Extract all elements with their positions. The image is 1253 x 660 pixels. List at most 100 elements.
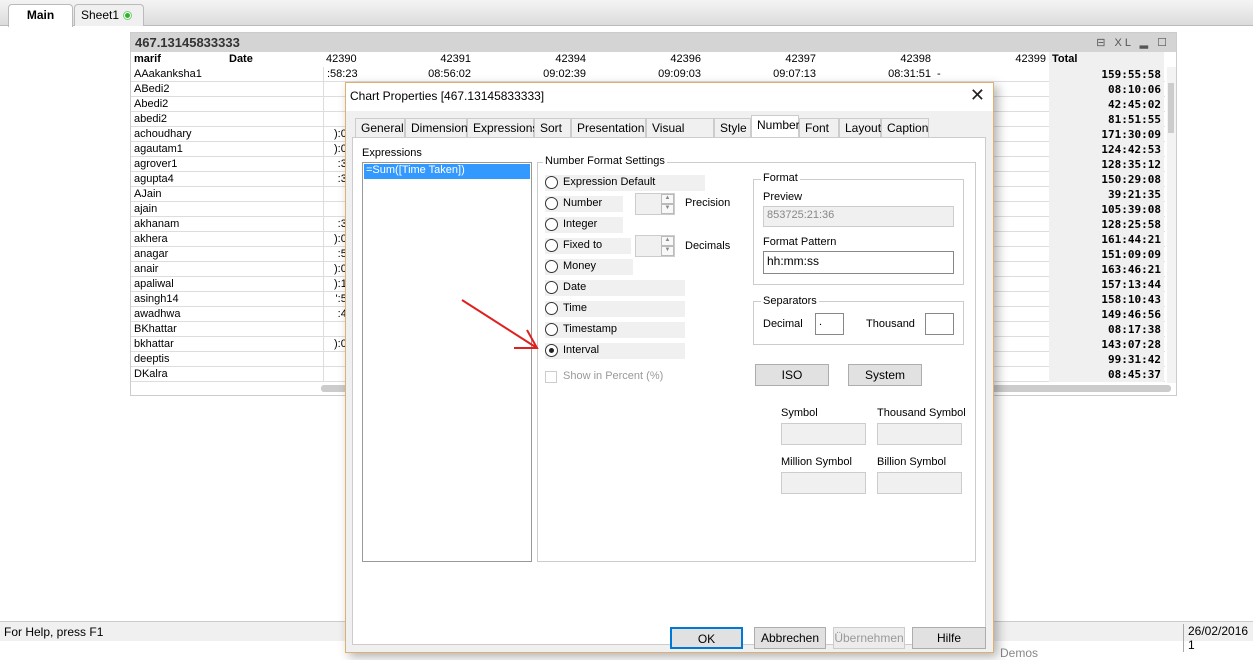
decimals-label: Decimals bbox=[685, 240, 731, 252]
total-cell: 81:51:55 bbox=[1049, 112, 1164, 127]
thousand-symbol-input[interactable] bbox=[877, 423, 962, 445]
column-header[interactable]: marif bbox=[131, 52, 226, 67]
expression-item[interactable]: =Sum([Time Taken]) bbox=[364, 164, 530, 179]
tab-number[interactable]: Number bbox=[751, 115, 800, 139]
row-label: ajain bbox=[134, 203, 158, 215]
preview-label: Preview bbox=[763, 191, 803, 203]
preview-field: 853725:21:36 bbox=[763, 206, 954, 227]
show-percent-checkbox[interactable]: Show in Percent (%) bbox=[545, 370, 663, 383]
column-header[interactable]: 42394 bbox=[474, 52, 589, 67]
tab-style[interactable]: Style bbox=[714, 118, 751, 138]
system-button[interactable]: System bbox=[848, 364, 922, 386]
decimals-spinner[interactable]: ▲ ▼ bbox=[635, 235, 675, 257]
row-label: DKalra bbox=[134, 368, 168, 380]
radio-money[interactable]: Money bbox=[545, 259, 633, 275]
million-symbol-input[interactable] bbox=[781, 472, 866, 494]
table-cell: 09:09:03 bbox=[658, 68, 701, 80]
tab-label: Sheet1 bbox=[81, 8, 120, 22]
row-label: akhanam bbox=[134, 218, 180, 230]
tab-expressions[interactable]: Expressions bbox=[467, 118, 538, 138]
total-cell: 08:10:06 bbox=[1049, 82, 1164, 97]
number-tab-panel: Expressions =Sum([Time Taken]) Number Fo… bbox=[352, 137, 986, 645]
radio-circle[interactable] bbox=[545, 239, 558, 252]
radio-circle[interactable] bbox=[545, 260, 558, 273]
radio-timestamp[interactable]: Timestamp bbox=[545, 322, 685, 338]
tab-caption[interactable]: Caption bbox=[881, 118, 929, 138]
chart-properties-dialog: Chart Properties [467.13145833333] ✕ Gen… bbox=[345, 82, 994, 653]
tab-sort[interactable]: Sort bbox=[534, 118, 571, 138]
tab-general[interactable]: General bbox=[355, 118, 405, 138]
billion-symbol-input[interactable] bbox=[877, 472, 962, 494]
total-cell: 128:25:58 bbox=[1049, 217, 1164, 232]
column-header[interactable]: Total bbox=[1049, 52, 1164, 67]
ok-button[interactable]: OK bbox=[670, 627, 743, 649]
row-label: awadhwa bbox=[134, 308, 181, 320]
chart-caption-icons[interactable]: ⊟ XL ▂ ☐ bbox=[1096, 36, 1170, 49]
symbol-input[interactable] bbox=[781, 423, 866, 445]
row-label: BKhattar bbox=[134, 323, 177, 335]
table-cell: - bbox=[937, 68, 941, 80]
tab-visual-cues[interactable]: Visual Cues bbox=[646, 118, 714, 149]
thousand-separator-input[interactable] bbox=[925, 313, 954, 335]
radio-circle[interactable] bbox=[545, 281, 558, 294]
column-header[interactable]: 42397 bbox=[704, 52, 819, 67]
total-cell: 105:39:08 bbox=[1049, 202, 1164, 217]
column-header[interactable]: 42391 bbox=[359, 52, 474, 67]
total-cell: 149:46:56 bbox=[1049, 307, 1164, 322]
precision-spinner[interactable]: ▲ ▼ bbox=[635, 193, 675, 215]
table-row[interactable]: AAakanksha1:58:23 08:56:02 09:02:39 09:09:0… bbox=[131, 67, 1165, 82]
column-header[interactable]: 42396 bbox=[589, 52, 704, 67]
tab-dimensions[interactable]: Dimensions bbox=[405, 118, 474, 138]
total-cell: 150:29:08 bbox=[1049, 172, 1164, 187]
total-cell: 128:35:12 bbox=[1049, 157, 1164, 172]
radio-fixed-to[interactable]: Fixed to bbox=[545, 238, 631, 254]
close-icon[interactable]: ✕ bbox=[970, 85, 985, 106]
radio-date[interactable]: Date bbox=[545, 280, 685, 296]
help-button[interactable]: Hilfe bbox=[912, 627, 986, 649]
column-header[interactable]: 42399 bbox=[934, 52, 1049, 67]
radio-label: Date bbox=[563, 281, 587, 293]
radio-integer[interactable]: Integer bbox=[545, 217, 623, 233]
row-label: abedi2 bbox=[134, 113, 168, 125]
chart-title: 467.13145833333 bbox=[131, 33, 1176, 52]
column-header[interactable]: Date bbox=[226, 52, 323, 67]
radio-expression-default[interactable]: Expression Default bbox=[545, 175, 705, 191]
column-header[interactable]: 42398 bbox=[819, 52, 934, 67]
table-cell: 09:02:39 bbox=[543, 68, 586, 80]
separators-label: Separators bbox=[761, 295, 819, 307]
cancel-button[interactable]: Abbrechen bbox=[754, 627, 826, 649]
status-dot-icon bbox=[124, 12, 132, 19]
tab-layout[interactable]: Layout bbox=[839, 118, 881, 138]
decimal-separator-input[interactable]: . bbox=[815, 313, 844, 335]
radio-time[interactable]: Time bbox=[545, 301, 685, 317]
table-cell: 08:56:02 bbox=[428, 68, 471, 80]
thousand-label: Thousand bbox=[866, 318, 915, 330]
table-cell: 09:07:13 bbox=[773, 68, 816, 80]
expressions-list[interactable]: =Sum([Time Taken]) bbox=[362, 162, 532, 562]
radio-circle[interactable] bbox=[545, 323, 558, 336]
radio-circle[interactable] bbox=[545, 344, 558, 357]
apply-button[interactable]: Übernehmen bbox=[833, 627, 905, 649]
radio-circle[interactable] bbox=[545, 176, 558, 189]
scrollbar-thumb[interactable] bbox=[1168, 83, 1174, 133]
row-label: akhera bbox=[134, 233, 168, 245]
total-cell: 99:31:42 bbox=[1049, 352, 1164, 367]
row-label: Abedi2 bbox=[134, 98, 169, 110]
tab-font[interactable]: Font bbox=[799, 118, 839, 138]
tab-sheet1[interactable]: Sheet1 bbox=[74, 4, 144, 26]
iso-button[interactable]: ISO bbox=[755, 364, 829, 386]
tab-presentation[interactable]: Presentation bbox=[571, 118, 646, 138]
total-cell: 124:42:53 bbox=[1049, 142, 1164, 157]
radio-circle[interactable] bbox=[545, 218, 558, 231]
checkbox-box[interactable] bbox=[545, 371, 557, 383]
radio-circle[interactable] bbox=[545, 302, 558, 315]
radio-number[interactable]: Number bbox=[545, 196, 623, 212]
radio-circle[interactable] bbox=[545, 197, 558, 210]
format-pattern-input[interactable]: hh:mm:ss bbox=[763, 251, 954, 274]
format-pattern-label: Format Pattern bbox=[763, 236, 837, 248]
row-label: AAakanksha1 bbox=[134, 68, 202, 80]
total-cell: 163:46:21 bbox=[1049, 262, 1164, 277]
radio-interval[interactable]: Interval bbox=[545, 343, 685, 359]
tab-main[interactable]: Main bbox=[8, 4, 73, 27]
column-header[interactable]: 42390 bbox=[323, 52, 359, 67]
